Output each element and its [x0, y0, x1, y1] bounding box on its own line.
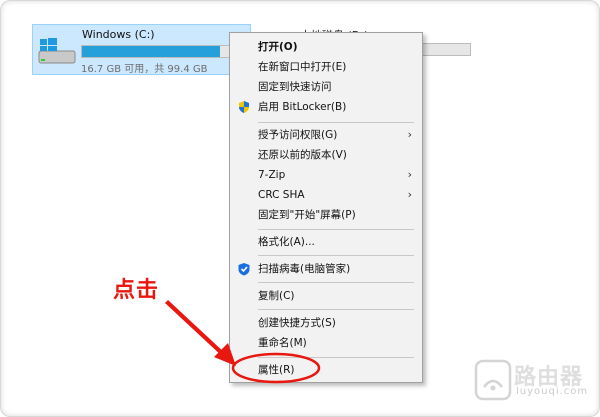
- menu-separator: [258, 122, 414, 123]
- drive-c-usage-fill: [82, 46, 220, 57]
- menu-item-label: 固定到快速访问: [258, 81, 332, 93]
- context-menu: 打开(O) 在新窗口中打开(E) 固定到快速访问 启用 BitLocker(B)…: [229, 32, 423, 383]
- menu-item-label: 创建快捷方式(S): [258, 317, 336, 329]
- menu-item-copy[interactable]: 复制(C): [230, 286, 422, 306]
- menu-item-label: 授予访问权限(G): [258, 129, 338, 141]
- drive-c-space-info: 16.7 GB 可用，共 99.4 GB: [81, 64, 208, 75]
- menu-item-create-shortcut[interactable]: 创建快捷方式(S): [230, 313, 422, 333]
- drive-c-usage-bar: [81, 45, 249, 58]
- menu-item-crc-sha[interactable]: CRC SHA ›: [230, 185, 422, 205]
- menu-item-label: 7-Zip: [258, 169, 286, 181]
- menu-item-format[interactable]: 格式化(A)...: [230, 232, 422, 252]
- menu-item-label: 启用 BitLocker(B): [258, 101, 347, 113]
- menu-separator: [258, 282, 414, 283]
- chevron-right-icon: ›: [407, 168, 412, 181]
- menu-item-open-new-window[interactable]: 在新窗口中打开(E): [230, 57, 422, 77]
- menu-separator: [258, 229, 414, 230]
- drive-c-name: Windows (C:): [82, 28, 155, 41]
- menu-item-label: 重命名(M): [258, 337, 307, 349]
- menu-item-label: 复制(C): [258, 290, 295, 302]
- chevron-right-icon: ›: [407, 188, 412, 201]
- menu-item-pin-start[interactable]: 固定到"开始"屏幕(P): [230, 205, 422, 225]
- menu-separator: [258, 357, 414, 358]
- menu-item-pin-quick-access[interactable]: 固定到快速访问: [230, 77, 422, 97]
- menu-item-grant-access[interactable]: 授予访问权限(G) ›: [230, 125, 422, 145]
- menu-item-label: CRC SHA: [258, 189, 305, 201]
- menu-item-properties[interactable]: 属性(R): [230, 360, 422, 380]
- menu-item-restore-versions[interactable]: 还原以前的版本(V): [230, 145, 422, 165]
- menu-item-scan-virus[interactable]: 扫描病毒(电脑管家): [230, 259, 422, 279]
- windows-drive-icon: [38, 38, 76, 64]
- watermark-logo-url: luyouqi.com: [516, 386, 589, 397]
- menu-item-label: 属性(R): [258, 364, 295, 376]
- menu-item-label: 在新窗口中打开(E): [258, 61, 347, 73]
- menu-item-label: 格式化(A)...: [258, 236, 315, 248]
- chevron-right-icon: ›: [407, 128, 412, 141]
- menu-separator: [258, 309, 414, 310]
- menu-item-label: 扫描病毒(电脑管家): [258, 263, 351, 275]
- menu-item-open[interactable]: 打开(O): [230, 37, 422, 57]
- menu-item-rename[interactable]: 重命名(M): [230, 333, 422, 353]
- tencent-guard-icon: [238, 263, 250, 276]
- menu-item-label: 打开(O): [258, 41, 298, 53]
- menu-item-7zip[interactable]: 7-Zip ›: [230, 165, 422, 185]
- menu-item-bitlocker[interactable]: 启用 BitLocker(B): [230, 97, 422, 117]
- menu-item-label: 固定到"开始"屏幕(P): [258, 209, 356, 221]
- drive-c-tile[interactable]: Windows (C:) 16.7 GB 可用，共 99.4 GB: [32, 24, 251, 75]
- shield-icon: [239, 101, 249, 113]
- menu-separator: [258, 255, 414, 256]
- annotation-click-label: 点击: [113, 278, 160, 303]
- menu-item-label: 还原以前的版本(V): [258, 149, 347, 161]
